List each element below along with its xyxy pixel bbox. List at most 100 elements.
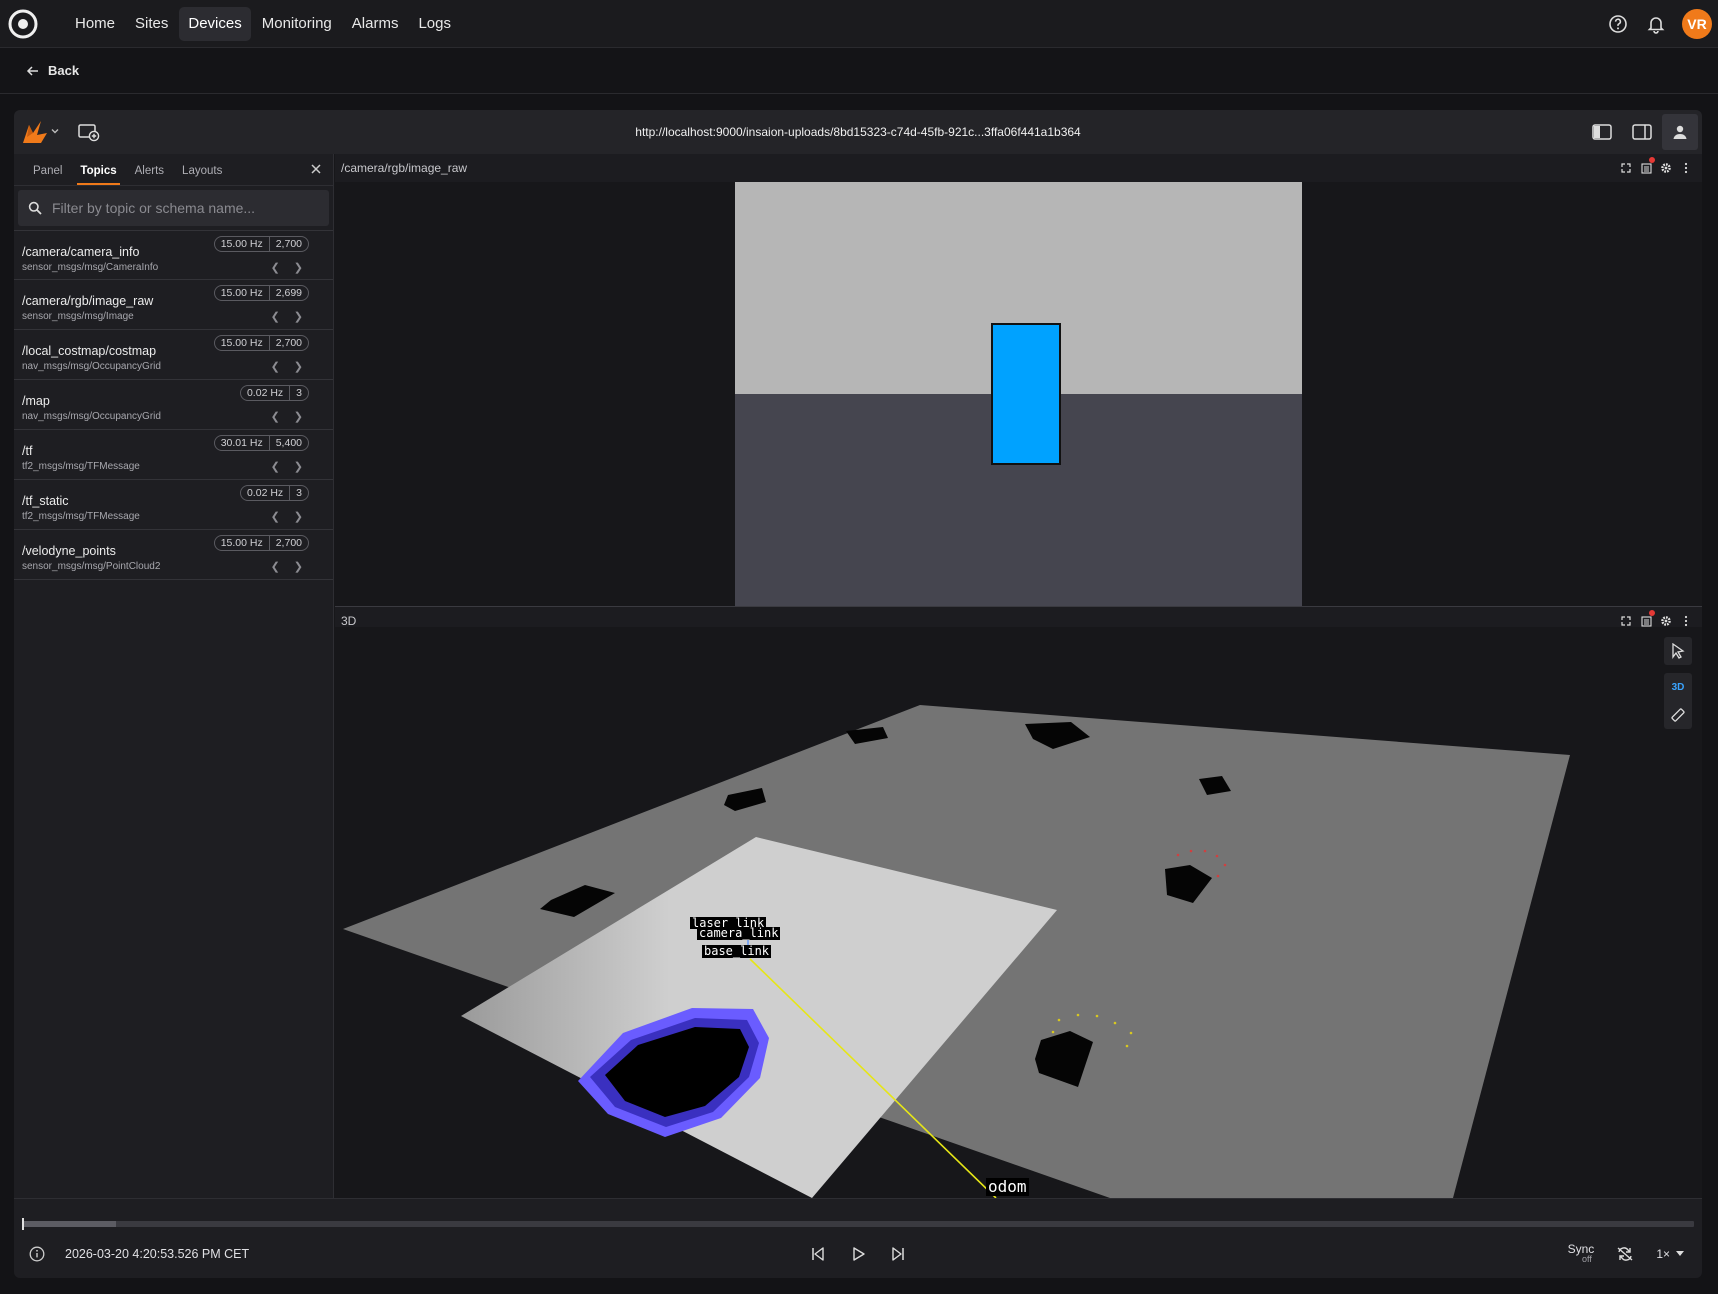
toggle-3d-button[interactable]: 3D (1664, 673, 1692, 701)
avatar[interactable]: VR (1682, 9, 1712, 39)
topic-hz: 15.00 Hz (220, 537, 263, 549)
topic-count: 3 (289, 386, 308, 400)
search-icon (28, 201, 42, 215)
nav-sites[interactable]: Sites (126, 7, 177, 41)
user-icon[interactable] (1662, 114, 1698, 150)
topic-stats-badge: 0.02 Hz 3 (239, 385, 309, 401)
chevron-left-icon[interactable]: ❮ (271, 460, 280, 473)
close-icon[interactable] (307, 160, 325, 178)
topic-row[interactable]: /tf tf2_msgs/msg/TFMessage 30.01 Hz 5,400… (14, 430, 333, 480)
fullscreen-icon[interactable] (1620, 615, 1632, 627)
topic-name: /camera/rgb/image_raw (22, 294, 154, 308)
playback-scrubber[interactable] (22, 1218, 1694, 1230)
chevron-right-icon[interactable]: ❯ (294, 261, 303, 274)
sidebar-tabs: Panel Topics Alerts Layouts (14, 154, 333, 186)
chevron-left-icon[interactable]: ❮ (271, 360, 280, 373)
chevron-left-icon[interactable]: ❮ (271, 261, 280, 274)
tab-panel[interactable]: Panel (24, 165, 71, 185)
right-sidebar-toggle-icon[interactable] (1622, 110, 1662, 154)
topic-list: /camera/camera_info sensor_msgs/msg/Came… (14, 230, 333, 580)
view-tools: 3D (1664, 673, 1692, 729)
skip-forward-icon[interactable] (885, 1241, 911, 1267)
help-icon[interactable] (1606, 12, 1630, 36)
sync-toggle[interactable]: Sync off (1567, 1242, 1595, 1264)
nav-devices[interactable]: Devices (179, 6, 251, 41)
topic-hz: 0.02 Hz (246, 487, 284, 499)
topic-count: 2,699 (268, 286, 308, 300)
play-icon[interactable] (845, 1241, 871, 1267)
top-nav: Home Sites Devices Monitoring Alarms Log… (0, 0, 1718, 48)
nav-logs[interactable]: Logs (409, 7, 460, 41)
chevron-right-icon[interactable]: ❯ (294, 310, 303, 323)
chevron-left-icon[interactable]: ❮ (271, 510, 280, 523)
topic-row[interactable]: /map nav_msgs/msg/OccupancyGrid 0.02 Hz 3… (14, 380, 333, 430)
tab-layouts[interactable]: Layouts (173, 165, 231, 185)
sync-label: Sync (1567, 1242, 1595, 1256)
topic-name: /map (22, 394, 50, 408)
fullscreen-icon[interactable] (1620, 162, 1632, 174)
loop-off-icon[interactable] (1612, 1241, 1638, 1267)
nav-home[interactable]: Home (66, 7, 124, 41)
topic-name: /tf_static (22, 494, 69, 508)
layout-icon[interactable] (1640, 610, 1655, 627)
image-panel-controls (1620, 154, 1692, 182)
topic-search-input[interactable] (52, 200, 312, 216)
select-cursor-icon[interactable] (1664, 637, 1692, 665)
playback-speed-select[interactable]: 1× (1656, 1247, 1684, 1261)
image-panel-header: /camera/rgb/image_raw (335, 154, 1702, 182)
add-panel-icon[interactable] (76, 119, 102, 145)
back-bar: Back (0, 48, 1718, 94)
chevron-down-icon[interactable] (50, 126, 64, 139)
topic-row[interactable]: /camera/rgb/image_raw sensor_msgs/msg/Im… (14, 280, 333, 330)
topic-stats-badge: 15.00 Hz 2,700 (213, 535, 309, 551)
nav-monitoring[interactable]: Monitoring (253, 7, 341, 41)
topic-arrows: ❮ ❯ (271, 460, 303, 473)
caret-down-icon (1676, 1251, 1684, 1256)
tab-topics[interactable]: Topics (71, 165, 125, 185)
topic-schema: tf2_msgs/msg/TFMessage (22, 461, 140, 472)
app-logo-icon[interactable] (6, 7, 40, 41)
chevron-right-icon[interactable]: ❯ (294, 460, 303, 473)
gear-icon[interactable] (1660, 162, 1672, 174)
topic-row[interactable]: /velodyne_points sensor_msgs/msg/PointCl… (14, 530, 333, 580)
topic-stats-badge: 15.00 Hz 2,700 (213, 335, 309, 351)
chevron-right-icon[interactable]: ❯ (294, 560, 303, 573)
chevron-right-icon[interactable]: ❯ (294, 510, 303, 523)
topic-row[interactable]: /local_costmap/costmap nav_msgs/msg/Occu… (14, 330, 333, 380)
camera-image-panel[interactable] (335, 182, 1702, 606)
topic-hz: 15.00 Hz (220, 238, 263, 250)
topic-schema: sensor_msgs/msg/Image (22, 311, 134, 322)
3d-side-tools: 3D (1664, 637, 1692, 729)
app-toolbar: http://localhost:9000/insaion-uploads/8b… (14, 110, 1702, 154)
topic-name: /camera/camera_info (22, 245, 140, 259)
topic-stats-badge: 15.00 Hz 2,699 (213, 285, 309, 301)
more-vertical-icon[interactable] (1680, 162, 1692, 174)
skip-back-icon[interactable] (805, 1241, 831, 1267)
chevron-right-icon[interactable]: ❯ (294, 410, 303, 423)
topic-arrows: ❮ ❯ (271, 310, 303, 323)
3d-scene-panel[interactable]: laser_link camera_link base_link odom 3D (335, 627, 1702, 1198)
ruler-icon[interactable] (1664, 701, 1692, 729)
tab-alerts[interactable]: Alerts (126, 165, 173, 185)
nav-alarms[interactable]: Alarms (343, 7, 408, 41)
topic-name: /velodyne_points (22, 544, 116, 558)
chevron-left-icon[interactable]: ❮ (271, 410, 280, 423)
chevron-left-icon[interactable]: ❮ (271, 310, 280, 323)
bell-icon[interactable] (1644, 12, 1668, 36)
more-vertical-icon[interactable] (1680, 615, 1692, 627)
scrubber-fill (22, 1221, 116, 1227)
topic-schema: nav_msgs/msg/OccupancyGrid (22, 361, 161, 372)
topic-row[interactable]: /tf_static tf2_msgs/msg/TFMessage 0.02 H… (14, 480, 333, 530)
layout-icon[interactable] (1640, 157, 1655, 174)
gear-icon[interactable] (1660, 615, 1672, 627)
topic-row[interactable]: /camera/camera_info sensor_msgs/msg/Came… (14, 230, 333, 280)
camera-object (991, 323, 1061, 465)
topic-stats-badge: 30.01 Hz 5,400 (213, 435, 309, 451)
nav-right: VR (1606, 0, 1712, 48)
chevron-left-icon[interactable]: ❮ (271, 560, 280, 573)
scrubber-handle[interactable] (22, 1218, 24, 1230)
foxglove-logo-icon[interactable] (20, 117, 50, 147)
left-sidebar-toggle-icon[interactable] (1582, 110, 1622, 154)
back-button[interactable]: Back (26, 63, 79, 78)
chevron-right-icon[interactable]: ❯ (294, 360, 303, 373)
